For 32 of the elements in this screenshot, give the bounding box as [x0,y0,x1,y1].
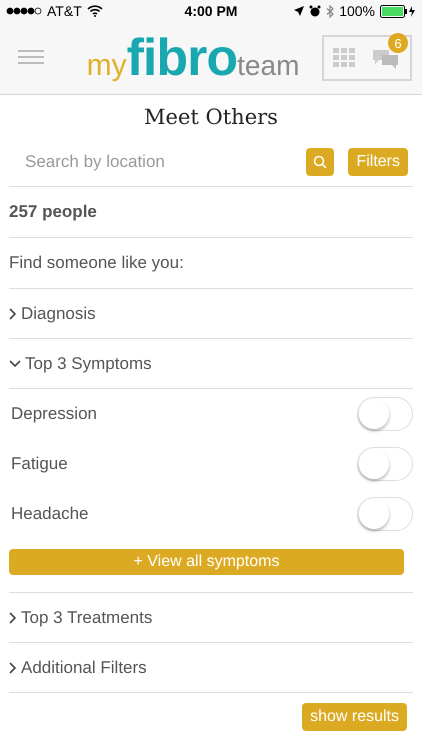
carrier-name: AT&T [47,3,82,19]
option-label: Depression [11,404,97,424]
toggle-switch[interactable] [357,497,413,531]
signal-icon [6,7,42,15]
bluetooth-icon [326,4,334,18]
battery-percent: 100% [339,3,376,19]
location-arrow-icon [294,6,304,16]
chevron-right-icon [9,662,17,674]
wifi-icon [86,5,103,17]
filter-section-header[interactable]: Diagnosis [9,289,413,339]
prompt-text: Find someone like you: [9,253,184,273]
filter-section-header[interactable]: Top 3 Treatments [9,593,413,643]
alarm-clock-icon [309,5,322,17]
toggle-switch[interactable] [357,447,413,481]
search-field[interactable]: Search by location [23,151,292,173]
search-icon [313,155,328,169]
chevron-right-icon [9,612,17,624]
people-count: 257 people [9,202,97,222]
grid-icon[interactable] [333,48,355,68]
notification-badge: 6 [388,33,408,53]
chevron-down-icon [9,360,21,368]
clock-time: 4:00 PM [184,3,238,19]
filter-section-header[interactable]: Additional Filters [9,643,413,693]
search-button[interactable] [306,148,334,176]
filter-section-header[interactable]: Top 3 Symptoms [9,339,413,389]
page-title: Meet Others [143,104,279,131]
app-logo: myfibroteam [86,32,300,84]
option-label: Fatigue [11,454,68,474]
battery-icon [380,4,416,18]
toggle-switch[interactable] [357,397,413,431]
option-label: Headache [11,504,89,524]
chevron-right-icon [9,308,17,320]
